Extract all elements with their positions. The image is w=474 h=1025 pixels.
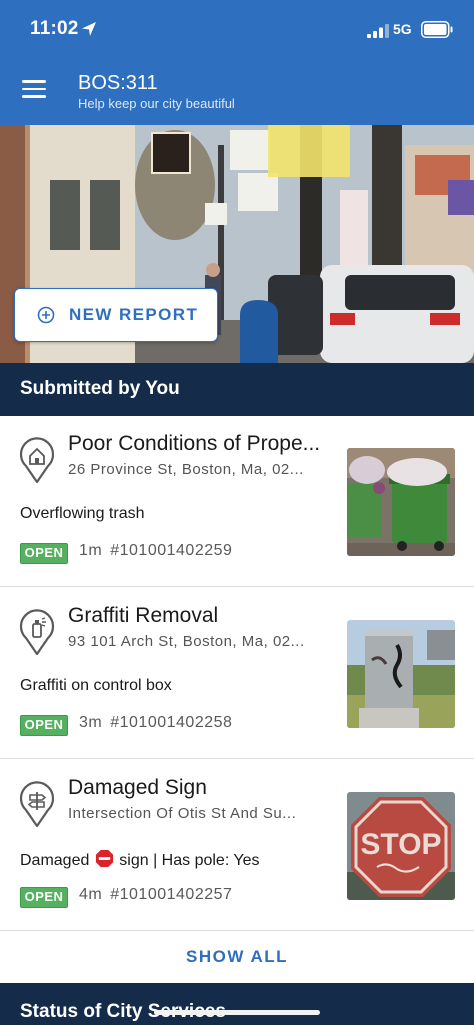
hamburger-menu-icon[interactable] <box>22 80 46 100</box>
submitted-section-header: Submitted by You <box>0 363 474 416</box>
submitted-section-title: Submitted by You <box>20 378 180 399</box>
description-text-before: Damaged <box>20 852 90 869</box>
case-number: #101001402259 <box>110 542 233 559</box>
report-age: 1m <box>79 542 103 559</box>
report-row-3[interactable]: Damaged Sign Intersection Of Otis St And… <box>0 760 474 931</box>
signpost-pin-icon <box>19 781 55 828</box>
report-meta: 4m #101001402257 <box>79 886 232 904</box>
report-description: Overflowing trash <box>20 505 145 522</box>
report-meta: 1m #101001402259 <box>79 542 232 560</box>
show-all-button[interactable]: SHOW ALL <box>0 931 474 983</box>
home-indicator[interactable] <box>154 1010 320 1015</box>
app-subtitle: Help keep our city beautiful <box>78 96 235 111</box>
report-title: Graffiti Removal <box>68 604 219 627</box>
report-title: Poor Conditions of Prope... <box>68 432 321 455</box>
report-photo-trash <box>347 448 455 556</box>
status-badge: OPEN <box>20 887 68 908</box>
report-address: 26 Province St, Boston, Ma, 02... <box>68 461 304 478</box>
report-row-2[interactable]: Graffiti Removal 93 101 Arch St, Boston,… <box>0 588 474 759</box>
stop-sign-lettering: STOP <box>360 828 441 861</box>
report-meta: 3m #101001402258 <box>79 714 232 732</box>
status-badge: OPEN <box>20 543 68 564</box>
case-number: #101001402257 <box>110 886 233 903</box>
report-description: Graffiti on control box <box>20 677 172 694</box>
status-badge: OPEN <box>20 715 68 736</box>
report-row-1[interactable]: Poor Conditions of Prope... 26 Province … <box>0 416 474 587</box>
new-report-label: NEW REPORT <box>69 305 199 324</box>
stop-sign-emoji-icon <box>95 849 113 868</box>
location-arrow-icon <box>82 22 96 36</box>
description-text-after: sign | Has pole: Yes <box>119 852 260 869</box>
report-description: Damaged sign | Has pole: Yes <box>20 849 260 870</box>
report-title: Damaged Sign <box>68 776 207 799</box>
house-pin-icon <box>19 437 55 484</box>
signal-icon <box>367 24 389 38</box>
report-address: 93 101 Arch St, Boston, Ma, 02... <box>68 633 305 650</box>
plus-circle-icon <box>37 306 55 324</box>
report-age: 3m <box>79 714 103 731</box>
report-photo-graffiti <box>347 620 455 728</box>
network-type: 5G <box>393 21 412 37</box>
report-address: Intersection Of Otis St And Su... <box>68 805 297 822</box>
city-services-section-header: Status of City Services <box>0 983 474 1025</box>
battery-icon <box>421 21 453 38</box>
report-age: 4m <box>79 886 103 903</box>
new-report-button[interactable]: NEW REPORT <box>14 288 218 342</box>
status-bar: 11:02 5G <box>0 0 474 58</box>
case-number: #101001402258 <box>110 714 233 731</box>
spray-can-pin-icon <box>19 609 55 656</box>
app-title: BOS:311 <box>78 72 158 94</box>
status-time: 11:02 <box>30 18 79 39</box>
report-photo-stop-sign: STOP <box>347 792 455 900</box>
